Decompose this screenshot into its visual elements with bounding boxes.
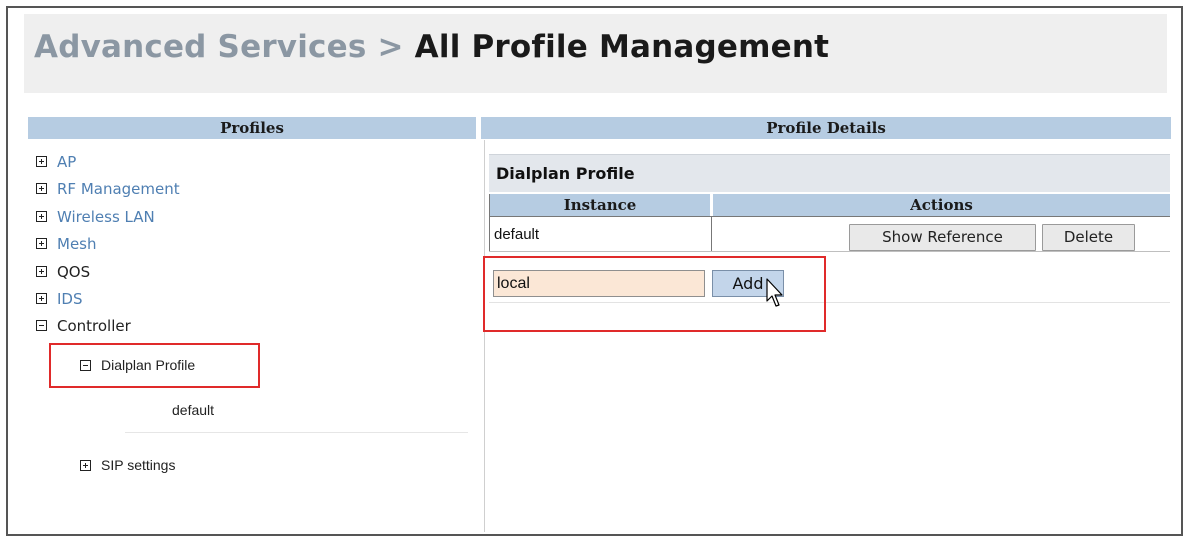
tree-item-label[interactable]: RF Management (57, 180, 180, 198)
tree-item-label[interactable]: Controller (57, 317, 131, 335)
tree-separator (125, 432, 468, 433)
expand-plus-icon[interactable] (80, 459, 91, 471)
page-header: Advanced Services > All Profile Manageme… (24, 14, 1167, 93)
tree-item-label[interactable]: Dialplan Profile (101, 357, 195, 373)
page-title: Advanced Services > All Profile Manageme… (34, 29, 829, 65)
panel-title: Dialplan Profile (489, 154, 1170, 192)
tree-item-rf-management[interactable]: RF Management (36, 179, 180, 199)
expand-plus-icon[interactable] (36, 211, 47, 222)
expand-plus-icon[interactable] (36, 238, 47, 249)
tree-item-label[interactable]: QOS (57, 263, 90, 281)
collapse-minus-icon[interactable] (36, 320, 47, 331)
tree-item-label[interactable]: AP (57, 153, 76, 171)
table-row-divider (489, 251, 1170, 252)
tree-item-dialplan-default[interactable]: default (172, 402, 214, 418)
tree-item-dialplan-profile[interactable]: Dialplan Profile (80, 357, 195, 373)
collapse-minus-icon[interactable] (80, 359, 91, 371)
expand-plus-icon[interactable] (36, 183, 47, 194)
table-row-divider (489, 216, 1170, 217)
tree-item-label[interactable]: IDS (57, 290, 83, 308)
new-instance-input[interactable]: local (493, 270, 705, 297)
column-divider (484, 140, 485, 532)
profile-details-column-header: Profile Details (481, 117, 1171, 139)
instance-column-header: Instance (490, 194, 710, 216)
tree-item-ap[interactable]: AP (36, 152, 76, 172)
expand-plus-icon[interactable] (36, 156, 47, 167)
actions-column-header: Actions (713, 194, 1170, 216)
tree-item-sip-settings[interactable]: SIP settings (80, 457, 175, 473)
tree-item-controller[interactable]: Controller (36, 316, 131, 336)
tree-item-label[interactable]: Mesh (57, 235, 97, 253)
mouse-pointer-icon (766, 278, 783, 307)
expand-plus-icon[interactable] (36, 266, 47, 277)
tree-item-qos[interactable]: QOS (36, 262, 90, 282)
breadcrumb-separator: > (366, 29, 415, 65)
tree-item-label[interactable]: SIP settings (101, 457, 175, 473)
delete-button[interactable]: Delete (1042, 224, 1135, 251)
breadcrumb-advanced-services[interactable]: Advanced Services (34, 29, 367, 65)
tree-item-ids[interactable]: IDS (36, 289, 83, 309)
tree-item-mesh[interactable]: Mesh (36, 234, 97, 254)
expand-plus-icon[interactable] (36, 293, 47, 304)
instance-cell-default: default (494, 226, 540, 243)
tree-item-label[interactable]: Wireless LAN (57, 208, 155, 226)
profiles-column-header: Profiles (28, 117, 476, 139)
tree-item-wireless-lan[interactable]: Wireless LAN (36, 207, 155, 227)
table-cell-divider (711, 216, 712, 251)
breadcrumb-current: All Profile Management (414, 29, 830, 65)
show-reference-button[interactable]: Show Reference (849, 224, 1036, 251)
